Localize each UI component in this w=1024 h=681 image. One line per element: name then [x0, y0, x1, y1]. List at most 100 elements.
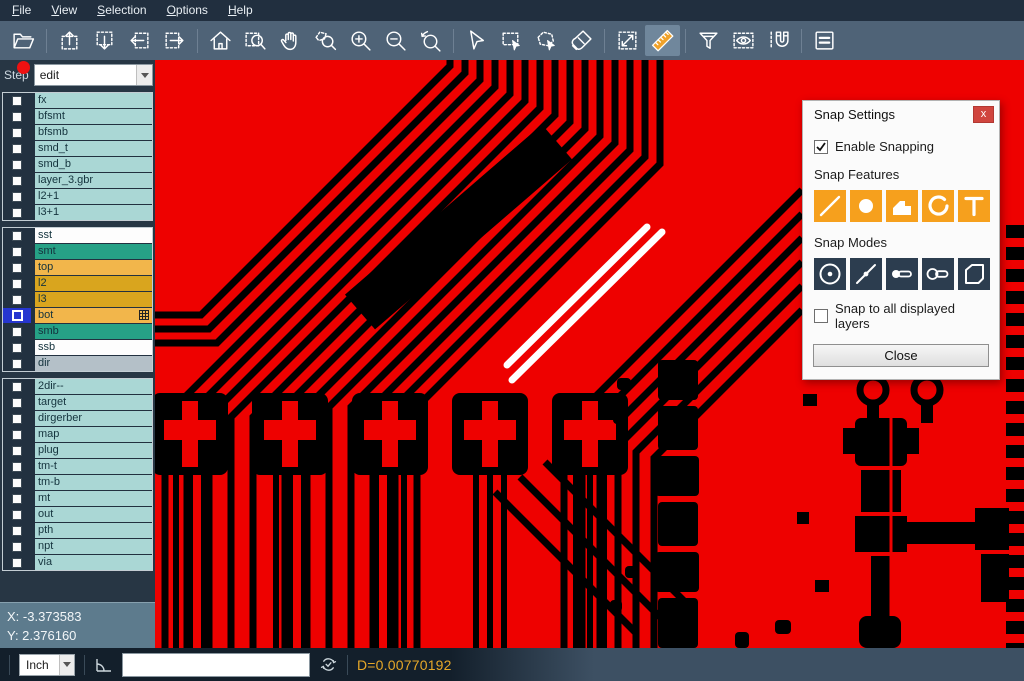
layer-row-dir[interactable]: dir [3, 356, 152, 371]
enable-snapping-checkbox[interactable] [814, 140, 828, 154]
paint-brush-icon[interactable] [564, 25, 599, 56]
layer-visibility-checkbox[interactable] [3, 125, 31, 140]
layer-visibility-checkbox[interactable] [3, 395, 31, 410]
layer-row-plug[interactable]: plug [3, 443, 152, 458]
layer-row-tm-t[interactable]: tm-t [3, 459, 152, 474]
snap-mode-contour-icon[interactable] [958, 258, 990, 290]
layer-visibility-checkbox[interactable] [3, 459, 31, 474]
snap-feature-surface-icon[interactable] [886, 190, 918, 222]
menu-item-selection[interactable]: Selection [87, 0, 156, 21]
layer-row-l3[interactable]: l3 [3, 292, 152, 307]
layer-row-npt[interactable]: npt [3, 539, 152, 554]
snap-mode-center-icon[interactable] [814, 258, 846, 290]
layer-name[interactable]: smd_b [35, 157, 152, 172]
layer-row-fx[interactable]: fx [3, 93, 152, 108]
chevron-down-icon[interactable] [59, 655, 74, 675]
layer-visibility-checkbox[interactable] [3, 228, 31, 243]
view-eye-icon[interactable] [726, 25, 761, 56]
zoom-in-icon[interactable] [343, 25, 378, 56]
send-to-top-icon[interactable] [52, 25, 87, 56]
menu-item-options[interactable]: Options [157, 0, 218, 21]
layer-visibility-checkbox[interactable] [3, 276, 31, 291]
layer-name[interactable]: fx [35, 93, 152, 108]
layer-row-map[interactable]: map [3, 427, 152, 442]
layer-visibility-checkbox[interactable] [3, 244, 31, 259]
layer-name[interactable]: bfsmt [35, 109, 152, 124]
layer-row-tm-b[interactable]: tm-b [3, 475, 152, 490]
layer-visibility-checkbox[interactable] [3, 411, 31, 426]
sync-icon[interactable] [319, 655, 338, 674]
layer-visibility-checkbox[interactable] [3, 491, 31, 506]
layer-visibility-checkbox[interactable] [3, 427, 31, 442]
open-folder-icon[interactable] [6, 25, 41, 56]
layer-row-l2+1[interactable]: l2+1 [3, 189, 152, 204]
menu-item-view[interactable]: View [41, 0, 87, 21]
layer-visibility-checkbox[interactable] [3, 324, 31, 339]
layer-name[interactable]: mt [35, 491, 152, 506]
layer-name[interactable]: dirgerber [35, 411, 152, 426]
layer-row-l3+1[interactable]: l3+1 [3, 205, 152, 220]
layer-name[interactable]: plug [35, 443, 152, 458]
layer-name[interactable]: smt [35, 244, 152, 259]
layer-visibility-checkbox[interactable] [3, 308, 31, 323]
home-icon[interactable] [203, 25, 238, 56]
snap-mode-line-ends-icon[interactable] [886, 258, 918, 290]
layer-row-via[interactable]: via [3, 555, 152, 570]
layer-row-l2[interactable]: l2 [3, 276, 152, 291]
layer-row-layer_3.gbr[interactable]: layer_3.gbr [3, 173, 152, 188]
layer-name[interactable]: npt [35, 539, 152, 554]
zoom-out-icon[interactable] [378, 25, 413, 56]
snap-mode-whole-line-icon[interactable] [922, 258, 954, 290]
layer-row-smd_b[interactable]: smd_b [3, 157, 152, 172]
layer-visibility-checkbox[interactable] [3, 93, 31, 108]
filter-funnel-icon[interactable] [691, 25, 726, 56]
layer-visibility-checkbox[interactable] [3, 292, 31, 307]
layer-name[interactable]: pth [35, 523, 152, 538]
layer-visibility-checkbox[interactable] [3, 555, 31, 570]
dialog-title-bar[interactable]: Snap Settings x [803, 101, 999, 128]
measure-value-input[interactable] [122, 653, 310, 677]
layer-row-smb[interactable]: smb [3, 324, 152, 339]
zoom-area-icon[interactable] [308, 25, 343, 56]
layer-visibility-checkbox[interactable] [3, 539, 31, 554]
menu-item-file[interactable]: File [2, 0, 41, 21]
layer-row-bfsmb[interactable]: bfsmb [3, 125, 152, 140]
layer-visibility-checkbox[interactable] [3, 379, 31, 394]
layer-visibility-checkbox[interactable] [3, 260, 31, 275]
layer-visibility-checkbox[interactable] [3, 507, 31, 522]
layer-name[interactable]: target [35, 395, 152, 410]
layer-name[interactable]: l3 [35, 292, 152, 307]
layer-row-sst[interactable]: sst [3, 228, 152, 243]
layer-visibility-checkbox[interactable] [3, 356, 31, 371]
menu-item-help[interactable]: Help [218, 0, 263, 21]
layer-visibility-checkbox[interactable] [3, 340, 31, 355]
snap-feature-pad-icon[interactable] [850, 190, 882, 222]
layer-name[interactable]: tm-b [35, 475, 152, 490]
layer-visibility-checkbox[interactable] [3, 189, 31, 204]
layer-name[interactable]: sst [35, 228, 152, 243]
close-button[interactable]: Close [813, 344, 989, 367]
layer-row-mt[interactable]: mt [3, 491, 152, 506]
layer-row-ssb[interactable]: ssb [3, 340, 152, 355]
send-to-left-icon[interactable] [122, 25, 157, 56]
layer-name[interactable]: tm-t [35, 459, 152, 474]
layers-form-icon[interactable] [807, 25, 842, 56]
layer-row-bfsmt[interactable]: bfsmt [3, 109, 152, 124]
layer-row-out[interactable]: out [3, 507, 152, 522]
layer-name[interactable]: layer_3.gbr [35, 173, 152, 188]
layer-row-2dir--[interactable]: 2dir-- [3, 379, 152, 394]
select-cursor-icon[interactable] [459, 25, 494, 56]
layer-name[interactable]: smd_t [35, 141, 152, 156]
layer-name[interactable]: dir [35, 356, 152, 371]
pan-hand-icon[interactable] [273, 25, 308, 56]
layer-name[interactable]: smb [35, 324, 152, 339]
layer-name[interactable]: map [35, 427, 152, 442]
layer-name[interactable]: ssb [35, 340, 152, 355]
layer-row-top[interactable]: top [3, 260, 152, 275]
snap-feature-line-icon[interactable] [814, 190, 846, 222]
layer-row-target[interactable]: target [3, 395, 152, 410]
zoom-previous-icon[interactable] [413, 25, 448, 56]
select-polygon-icon[interactable] [529, 25, 564, 56]
send-to-right-icon[interactable] [157, 25, 192, 56]
select-rectangle-icon[interactable] [494, 25, 529, 56]
